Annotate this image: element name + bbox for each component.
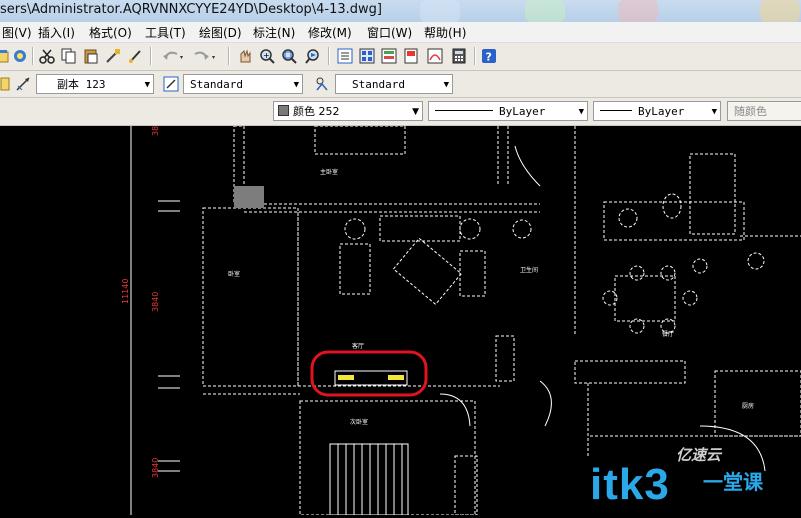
chevron-down-icon: ▼: [443, 80, 449, 90]
dim-label: 3840: [151, 292, 160, 312]
text-style-icon[interactable]: [162, 75, 180, 93]
drawing-canvas[interactable]: 3840 11140 3840 3840 主卧室 卧室 客厅 餐厅 次卧室 厨房…: [0, 116, 801, 516]
dim-label: 3840: [151, 126, 160, 136]
title-bar: sers\Administrator.AQRVNNXCYYE24YD\Deskt…: [0, 0, 801, 22]
brush-icon[interactable]: [126, 47, 144, 65]
yellow-mark: [388, 375, 404, 380]
plot-style-select: 随颜色: [727, 101, 801, 121]
column-fill: [234, 186, 264, 208]
redo-icon[interactable]: [192, 47, 218, 65]
menu-help[interactable]: 帮助(H): [424, 24, 466, 41]
chevron-down-icon: ▼: [144, 80, 150, 90]
site-watermark: itk3: [590, 460, 670, 510]
linetype-swatch: [435, 110, 493, 111]
room-label: 客厅: [352, 342, 364, 350]
save-icon[interactable]: [11, 47, 29, 65]
menu-draw[interactable]: 绘图(D): [199, 24, 242, 41]
title-decoration: [525, 0, 565, 22]
dim-label: 3840: [151, 458, 160, 478]
table-style-icon[interactable]: [313, 75, 331, 93]
room-label: 厨房: [742, 402, 754, 410]
svg-text:+: +: [263, 51, 270, 60]
zoom-previous-icon[interactable]: [304, 47, 322, 65]
text-style-select[interactable]: Standard ▼: [183, 74, 303, 94]
zoom-window-icon[interactable]: [280, 47, 298, 65]
window-title: sers\Administrator.AQRVNNXCYYE24YD\Deskt…: [0, 2, 383, 17]
room-label: 主卧室: [320, 168, 338, 176]
dimension-style-value: 副本 123: [57, 78, 106, 91]
plot-style-value: 随颜色: [734, 105, 767, 118]
color-select[interactable]: 颜色 252 ▼: [273, 101, 423, 121]
table-style-value: Standard: [352, 78, 405, 91]
text-style-value: Standard: [190, 78, 243, 91]
zoom-realtime-icon[interactable]: +: [258, 47, 276, 65]
lineweight-value: ByLayer: [638, 105, 685, 118]
styles-toolbar: 副本 123 ▼ Standard ▼ Standard ▼: [0, 71, 801, 98]
paste-icon[interactable]: [82, 47, 100, 65]
toolbar-separator: [32, 47, 34, 65]
room-label: 次卧室: [350, 418, 368, 426]
table-style-select[interactable]: Standard ▼: [335, 74, 453, 94]
color-value: 颜色 252: [293, 105, 340, 118]
sheet-set-icon[interactable]: [402, 47, 420, 65]
logo-text: 亿速云: [676, 446, 722, 464]
dimension-style-select[interactable]: 副本 123 ▼: [36, 74, 154, 94]
menu-bar: 图(V) 插入(I) 格式(O) 工具(T) 绘图(D) 标注(N) 修改(M)…: [0, 22, 801, 43]
svg-text:?: ?: [486, 51, 492, 64]
toolbar-separator: [150, 47, 152, 65]
toolbar-separator: [328, 47, 330, 65]
chevron-down-icon: ▼: [412, 107, 419, 117]
site-cn-watermark: 一堂课: [703, 466, 763, 495]
dimension-labels: 3840 11140 3840 3840: [121, 116, 160, 478]
menu-window[interactable]: 窗口(W): [367, 24, 412, 41]
title-decoration: [760, 0, 800, 22]
match-properties-icon[interactable]: [104, 47, 122, 65]
linetype-select[interactable]: ByLayer ▼: [428, 101, 588, 121]
tool-palettes-icon[interactable]: [380, 47, 398, 65]
copy-icon[interactable]: [60, 47, 78, 65]
design-center-icon[interactable]: [358, 47, 376, 65]
dim-style-manager-icon[interactable]: [0, 75, 12, 93]
title-decoration: [618, 0, 658, 22]
menu-format[interactable]: 格式(O): [89, 24, 132, 41]
site-cn-text: 一堂课: [703, 470, 763, 494]
standard-toolbar: + ?: [0, 43, 801, 71]
chevron-down-icon: ▼: [293, 80, 299, 90]
lineweight-select[interactable]: ByLayer ▼: [593, 101, 721, 121]
lineweight-swatch: [600, 110, 632, 111]
menu-dimension[interactable]: 标注(N): [253, 24, 295, 41]
menu-insert[interactable]: 插入(I): [38, 24, 75, 41]
menu-tools[interactable]: 工具(T): [145, 24, 186, 41]
room-label: 卫生间: [520, 266, 538, 274]
room-label: 卧室: [228, 270, 240, 278]
room-label: 餐厅: [662, 330, 674, 338]
properties-toolbar: 颜色 252 ▼ ByLayer ▼ ByLayer ▼ 随颜色: [0, 98, 801, 126]
logo-watermark: 亿速云: [676, 444, 721, 465]
dimension-style-icon[interactable]: [14, 75, 32, 93]
linetype-value: ByLayer: [499, 105, 546, 118]
properties-icon[interactable]: [336, 47, 354, 65]
color-swatch: [278, 105, 289, 116]
calculator-icon[interactable]: [450, 47, 468, 65]
undo-icon[interactable]: [160, 47, 186, 65]
markup-icon[interactable]: [426, 47, 444, 65]
cut-icon[interactable]: [38, 47, 56, 65]
highlight-ring: [310, 350, 428, 397]
menu-view[interactable]: 图(V): [2, 24, 32, 41]
toolbar-separator: [228, 47, 230, 65]
help-icon[interactable]: ?: [480, 47, 498, 65]
site-text: itk3: [590, 460, 670, 509]
yellow-mark: [338, 375, 354, 380]
title-decoration: [420, 0, 460, 22]
pan-icon[interactable]: [236, 47, 254, 65]
chevron-down-icon: ▼: [711, 107, 717, 117]
menu-modify[interactable]: 修改(M): [308, 24, 352, 41]
chevron-down-icon: ▼: [578, 107, 584, 117]
toolbar-separator: [474, 47, 476, 65]
dim-label: 11140: [121, 279, 130, 304]
